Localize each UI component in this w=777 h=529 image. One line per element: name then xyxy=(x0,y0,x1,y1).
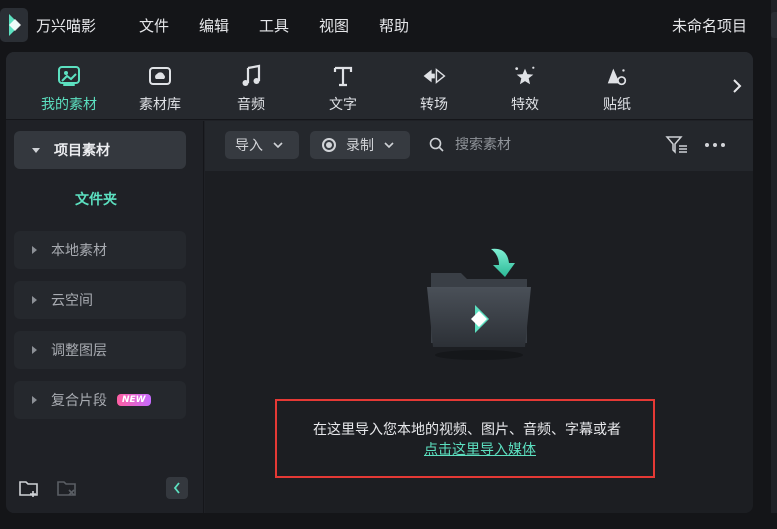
transition-icon xyxy=(422,64,446,88)
text-t-icon xyxy=(331,64,355,88)
menu-file[interactable]: 文件 xyxy=(139,15,169,36)
tab-label: 转场 xyxy=(420,97,448,113)
sidebar-item-label: 调整图层 xyxy=(51,343,107,359)
menu-help[interactable]: 帮助 xyxy=(379,15,409,36)
sidebar-item-local-media[interactable]: 本地素材 xyxy=(14,231,186,269)
app-logo-icon xyxy=(0,8,30,42)
expand-right-icon xyxy=(32,346,37,354)
chevron-down-icon xyxy=(384,137,394,153)
menu-tools[interactable]: 工具 xyxy=(259,15,289,36)
tab-label: 素材库 xyxy=(139,97,181,113)
tab-label: 文字 xyxy=(329,97,357,113)
sidebar-item-label: 本地素材 xyxy=(51,243,107,259)
import-media-link[interactable]: 点击这里导入媒体 xyxy=(277,439,683,459)
new-folder-icon[interactable] xyxy=(18,477,40,499)
tab-label: 贴纸 xyxy=(603,97,631,113)
record-icon xyxy=(322,138,336,152)
import-hint-box: 在这里导入您本地的视频、图片、音频、字幕或者 点击这里导入媒体 xyxy=(275,399,655,478)
app-name: 万兴喵影 xyxy=(36,17,97,35)
chevron-down-icon xyxy=(273,137,283,153)
delete-folder-icon[interactable] xyxy=(56,477,78,499)
media-tabs: 我的素材 素材库 音频 文字 转场 特效 贴纸 xyxy=(6,52,753,120)
tab-text[interactable]: 文字 xyxy=(298,52,388,120)
tab-audio[interactable]: 音频 xyxy=(206,52,296,120)
menu-view[interactable]: 视图 xyxy=(319,15,349,36)
collapse-sidebar-button[interactable] xyxy=(166,477,188,499)
tab-my-media[interactable]: 我的素材 xyxy=(24,52,114,120)
filter-icon[interactable] xyxy=(665,135,689,159)
chevron-left-icon xyxy=(173,482,180,494)
sticker-icon xyxy=(605,64,629,88)
sidebar-item-compound-clip[interactable]: 复合片段 NEW xyxy=(14,381,186,419)
menu-edit[interactable]: 编辑 xyxy=(199,15,229,36)
bottom-strip xyxy=(0,513,777,529)
import-dropdown[interactable]: 导入 xyxy=(225,131,299,159)
tab-effects[interactable]: 特效 xyxy=(480,52,570,120)
tab-transition[interactable]: 转场 xyxy=(389,52,479,120)
more-options-icon[interactable] xyxy=(705,143,725,147)
tab-sticker[interactable]: 贴纸 xyxy=(572,52,662,120)
sidebar-item-label: 项目素材 xyxy=(54,143,110,159)
media-panel: 我的素材 素材库 音频 文字 转场 特效 贴纸 项目素材 文件夹 本地素材 云空… xyxy=(6,52,753,513)
empty-state-message: 在这里导入您本地的视频、图片、音频、字幕或者 xyxy=(313,422,621,438)
sidebar-item-label: 云空间 xyxy=(51,293,93,309)
sidebar-item-adjustment-layer[interactable]: 调整图层 xyxy=(14,331,186,369)
record-label: 录制 xyxy=(346,138,374,154)
sidebar-item-project-media[interactable]: 项目素材 xyxy=(14,131,186,169)
record-dropdown[interactable]: 录制 xyxy=(310,131,410,159)
project-name[interactable]: 未命名项目 xyxy=(672,15,747,36)
sidebar-item-cloud-space[interactable]: 云空间 xyxy=(14,281,186,319)
my-media-icon xyxy=(57,64,81,88)
search-input[interactable] xyxy=(455,133,645,157)
right-edge-panel xyxy=(771,0,777,529)
tab-label: 我的素材 xyxy=(41,97,97,113)
expand-right-icon xyxy=(32,396,37,404)
search-icon xyxy=(429,137,445,157)
tab-label: 特效 xyxy=(511,97,539,113)
import-label: 导入 xyxy=(235,138,263,154)
media-content: 导入 录制 搜索素材 在这里导入您本地的视频、图片、音频、字幕或者 点击这里导入… xyxy=(205,121,753,513)
tab-label: 音频 xyxy=(237,97,265,113)
effects-star-icon xyxy=(513,64,537,88)
audio-note-icon xyxy=(239,64,263,88)
new-badge: NEW xyxy=(117,394,151,406)
sidebar-folder[interactable]: 文件夹 xyxy=(6,189,186,209)
sidebar-item-label: 复合片段 xyxy=(51,393,107,409)
expand-right-icon xyxy=(32,246,37,254)
empty-folder-illustration-icon xyxy=(423,243,535,363)
expand-right-icon xyxy=(32,296,37,304)
tabs-next-chevron-icon[interactable] xyxy=(727,74,747,98)
menu-bar: 万兴喵影 文件 编辑 工具 视图 帮助 未命名项目 xyxy=(0,0,777,50)
stock-library-icon xyxy=(148,64,172,88)
expand-down-icon xyxy=(32,147,40,153)
tab-stock-library[interactable]: 素材库 xyxy=(115,52,205,120)
media-sidebar: 项目素材 文件夹 本地素材 云空间 调整图层 复合片段 NEW xyxy=(6,121,204,513)
media-toolbar: 导入 录制 xyxy=(205,121,753,171)
